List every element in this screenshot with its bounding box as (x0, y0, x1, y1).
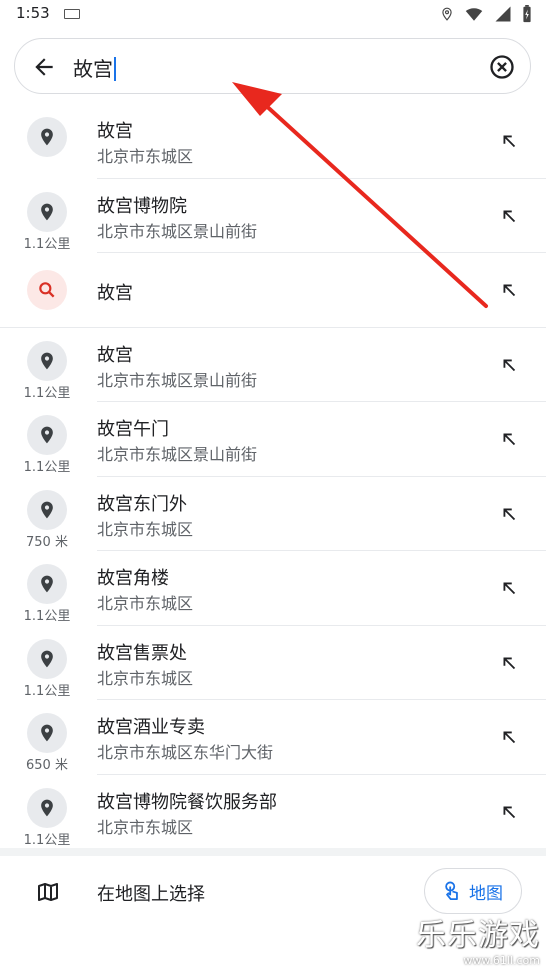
fill-query-arrow-icon[interactable] (498, 130, 520, 152)
suggestion-address: 北京市东城区景山前街 (97, 370, 258, 390)
suggestion-title: 故宫博物院 (97, 195, 187, 217)
suggestion-row[interactable]: 故宫 北京市东城区 (0, 104, 546, 179)
place-icon (27, 340, 67, 381)
suggestion-title: 故宫 (97, 344, 133, 366)
clear-icon[interactable] (488, 53, 516, 81)
suggestion-address: 北京市东城区 (97, 817, 194, 837)
distance-label: 750 米 (26, 534, 68, 550)
status-bar: 1:53 (0, 0, 546, 28)
suggestion-row[interactable]: 1.1公里 故宫午门 北京市东城区景山前街 (0, 402, 546, 477)
place-icon (27, 787, 67, 828)
suggestion-address: 北京市东城区景山前街 (97, 221, 258, 241)
suggestion-title: 故宫售票处 (97, 642, 187, 664)
place-icon (27, 415, 67, 455)
suggestion-address: 北京市东城区景山前街 (97, 445, 258, 464)
fill-query-arrow-icon[interactable] (498, 205, 520, 227)
text-cursor (114, 57, 116, 81)
location-icon (442, 7, 452, 21)
place-icon (27, 638, 67, 679)
fill-query-arrow-icon[interactable] (498, 279, 520, 301)
status-time: 1:53 (16, 4, 50, 22)
map-icon (38, 883, 58, 901)
watermark: 乐乐游戏 www.61ll.com (416, 910, 540, 967)
fill-query-arrow-icon[interactable] (498, 503, 520, 525)
battery-icon (523, 5, 531, 23)
distance-label: 650 米 (26, 758, 68, 773)
suggestion-row[interactable]: 1.1公里 故宫售票处 北京市东城区 (0, 626, 546, 700)
suggestion-title: 故宫酒业专卖 (97, 717, 205, 738)
suggestion-row[interactable]: 1.1公里 故宫角楼 北京市东城区 (0, 551, 546, 626)
fill-query-arrow-icon[interactable] (498, 354, 520, 376)
suggestion-address: 北京市东城区东华门大街 (97, 743, 274, 762)
fill-query-arrow-icon[interactable] (498, 652, 520, 674)
wifi-icon (465, 8, 483, 21)
fill-query-arrow-icon[interactable] (498, 577, 520, 599)
keyboard-icon (64, 9, 80, 19)
suggestion-address: 北京市东城区 (97, 519, 194, 539)
suggestion-address: 北京市东城区 (97, 594, 194, 613)
map-button[interactable]: 地图 (424, 868, 522, 914)
suggestion-address: 北京市东城区 (97, 668, 194, 688)
place-icon (27, 117, 67, 157)
fill-query-arrow-icon[interactable] (498, 428, 520, 450)
suggestion-address: 北京市东城区 (97, 147, 194, 166)
suggestion-list: 故宫 北京市东城区 1.1公里 故宫博物院 北京市东城区景山前街 故宫 1.1公… (0, 104, 546, 849)
distance-label: 1.1公里 (23, 460, 71, 475)
status-icons (440, 5, 532, 23)
suggestion-row[interactable]: 1.1公里 故宫博物院餐饮服务部 北京市东城区 (0, 775, 546, 850)
suggestion-title: 故宫东门外 (97, 493, 187, 515)
signal-icon (495, 6, 511, 22)
place-icon (27, 713, 67, 753)
suggestion-row[interactable]: 750 米 故宫东门外 北京市东城区 (0, 477, 546, 551)
search-query: 故宫 (73, 57, 113, 81)
suggestion-title: 故宫角楼 (97, 568, 169, 589)
place-icon (27, 191, 67, 232)
suggestion-row[interactable]: 650 米 故宫酒业专卖 北京市东城区东华门大街 (0, 700, 546, 775)
search-input[interactable]: 故宫 (73, 53, 116, 82)
distance-label: 1.1公里 (23, 832, 71, 848)
fill-query-arrow-icon[interactable] (498, 801, 520, 823)
suggestion-title: 故宫 (97, 121, 133, 142)
watermark-sub: www.61ll.com (463, 954, 540, 967)
distance-label: 1.1公里 (23, 683, 71, 699)
map-button-label: 地图 (469, 883, 503, 904)
section-separator (0, 848, 546, 856)
suggestion-title: 故宫博物院餐饮服务部 (97, 791, 277, 813)
touch-pin-icon (445, 881, 458, 900)
search-icon (27, 270, 67, 310)
suggestion-row[interactable]: 故宫 (0, 253, 546, 328)
back-arrow-icon[interactable] (31, 54, 57, 80)
suggestion-row[interactable]: 1.1公里 故宫 北京市东城区景山前街 (0, 328, 546, 402)
watermark-main: 乐乐游戏 (416, 918, 540, 953)
choose-on-map-label: 在地图上选择 (97, 884, 205, 905)
search-bar[interactable]: 故宫 (14, 38, 531, 94)
distance-label: 1.1公里 (23, 236, 71, 252)
place-icon (27, 489, 67, 530)
fill-query-arrow-icon[interactable] (498, 726, 520, 748)
distance-label: 1.1公里 (23, 609, 71, 624)
suggestion-row[interactable]: 1.1公里 故宫博物院 北京市东城区景山前街 (0, 179, 546, 253)
place-icon (27, 564, 67, 604)
suggestion-title: 故宫 (97, 283, 133, 304)
suggestion-title: 故宫午门 (97, 419, 169, 440)
distance-label: 1.1公里 (23, 385, 71, 401)
